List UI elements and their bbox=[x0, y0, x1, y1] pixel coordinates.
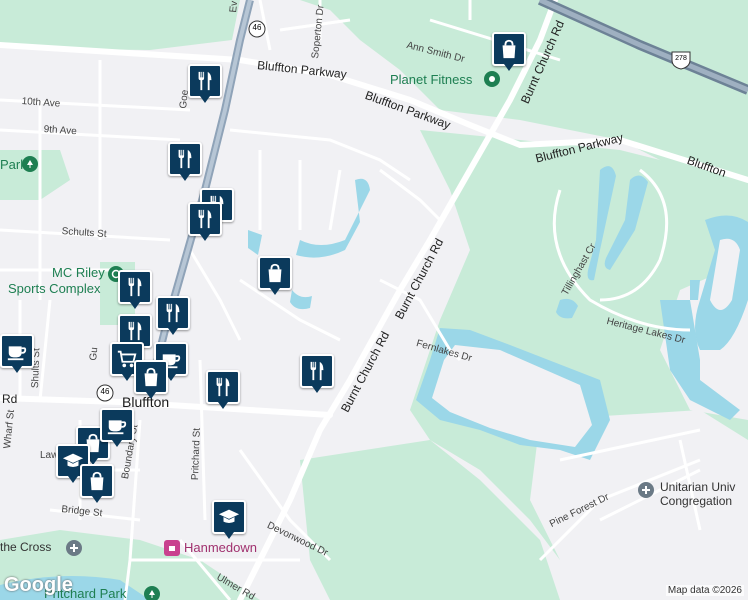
shopping-bag-icon bbox=[498, 38, 520, 60]
coffee-cup-icon bbox=[6, 340, 28, 362]
route-46-shield: 46 bbox=[248, 20, 266, 43]
fork-knife-icon bbox=[162, 302, 184, 324]
road-label-gu: Gu bbox=[88, 346, 101, 362]
map-marker-box[interactable] bbox=[300, 354, 334, 388]
fork-knife-icon bbox=[306, 360, 328, 382]
map-marker-tail bbox=[122, 374, 132, 381]
map-marker[interactable] bbox=[258, 256, 292, 296]
map-marker-box[interactable] bbox=[188, 202, 222, 236]
church-poi-icon[interactable] bbox=[66, 540, 82, 556]
route-46-shield: 46 bbox=[96, 384, 114, 407]
attribution: Map data ©2026 bbox=[665, 585, 744, 596]
map-marker[interactable] bbox=[80, 464, 114, 504]
map-marker[interactable] bbox=[492, 32, 526, 72]
map-marker-tail bbox=[270, 288, 280, 295]
map-marker-tail bbox=[180, 174, 190, 181]
map-marker-tail bbox=[12, 366, 22, 373]
shopping-bag-icon bbox=[264, 262, 286, 284]
road-label-rd: Rd bbox=[2, 392, 18, 406]
place-label-sports-complex[interactable]: Sports Complex bbox=[8, 281, 100, 296]
map-marker-tail bbox=[200, 96, 210, 103]
fork-knife-icon bbox=[194, 70, 216, 92]
place-label-mc-riley[interactable]: MC Riley bbox=[52, 265, 105, 280]
map-marker[interactable] bbox=[188, 202, 222, 242]
map-marker-tail bbox=[200, 234, 210, 241]
map-marker-box[interactable] bbox=[118, 270, 152, 304]
fork-knife-icon bbox=[124, 320, 146, 342]
shopping-bag-icon bbox=[86, 470, 108, 492]
place-label-the-cross[interactable]: the Cross bbox=[0, 540, 51, 554]
coffee-cup-icon bbox=[106, 414, 128, 436]
map-marker-box[interactable] bbox=[80, 464, 114, 498]
road-label-9th-ave: 9th Ave bbox=[43, 124, 78, 138]
map-marker[interactable] bbox=[0, 334, 34, 374]
us-278-label: 278 bbox=[675, 55, 687, 62]
place-label-unitarian-congregation[interactable]: Congregation bbox=[660, 494, 732, 508]
map-marker-tail bbox=[168, 328, 178, 335]
map-marker-box[interactable] bbox=[492, 32, 526, 66]
map-marker[interactable] bbox=[118, 270, 152, 310]
fork-knife-icon bbox=[174, 148, 196, 170]
map-marker-tail bbox=[504, 64, 514, 71]
us-278-shield: 278 bbox=[670, 50, 692, 75]
park-poi-icon[interactable] bbox=[144, 586, 160, 600]
map-marker-box[interactable] bbox=[156, 296, 190, 330]
place-label-planet-fitness[interactable]: Planet Fitness bbox=[390, 72, 472, 87]
route-46-label: 46 bbox=[100, 387, 110, 396]
map-marker[interactable] bbox=[212, 500, 246, 540]
place-label-unitarian[interactable]: Unitarian Univ bbox=[660, 480, 735, 494]
map-marker-box[interactable] bbox=[212, 500, 246, 534]
map-marker-tail bbox=[68, 476, 78, 483]
map-marker-box[interactable] bbox=[0, 334, 34, 368]
map-marker-box[interactable] bbox=[188, 64, 222, 98]
map-marker-box[interactable] bbox=[258, 256, 292, 290]
fork-knife-icon bbox=[124, 276, 146, 298]
route-46-label: 46 bbox=[252, 23, 262, 32]
map-marker-tail bbox=[146, 392, 156, 399]
map-marker[interactable] bbox=[156, 296, 190, 336]
google-logo: Google bbox=[4, 574, 73, 596]
park-poi-icon[interactable] bbox=[22, 156, 38, 172]
map-marker-tail bbox=[218, 402, 228, 409]
fork-knife-icon bbox=[212, 376, 234, 398]
map-marker-box[interactable] bbox=[100, 408, 134, 442]
map-marker[interactable] bbox=[100, 408, 134, 448]
map-marker-tail bbox=[130, 302, 140, 309]
store-poi-icon[interactable] bbox=[164, 540, 180, 556]
fitness-poi-icon[interactable] bbox=[484, 71, 500, 87]
map-marker[interactable] bbox=[168, 142, 202, 182]
map-marker-tail bbox=[92, 496, 102, 503]
map-marker-box[interactable] bbox=[168, 142, 202, 176]
place-label-hanmedown[interactable]: Hanmedown bbox=[184, 540, 257, 555]
road-label-ev: Ev bbox=[228, 0, 241, 14]
map-marker-tail bbox=[312, 386, 322, 393]
road-label-pritchard: Pritchard St bbox=[190, 427, 203, 481]
map-marker-tail bbox=[112, 440, 122, 447]
map-marker[interactable] bbox=[300, 354, 334, 394]
map-marker-box[interactable] bbox=[206, 370, 240, 404]
map-marker-box[interactable] bbox=[134, 360, 168, 394]
map-marker[interactable] bbox=[188, 64, 222, 104]
map-marker[interactable] bbox=[134, 360, 168, 400]
church-poi-icon[interactable] bbox=[638, 482, 654, 498]
map-marker[interactable] bbox=[206, 370, 240, 410]
graduation-cap-icon bbox=[218, 506, 240, 528]
map-canvas[interactable]: Bluffton Parkway Bluffton Parkway Blufft… bbox=[0, 0, 748, 600]
map-marker-tail bbox=[224, 532, 234, 539]
shopping-bag-icon bbox=[140, 366, 162, 388]
fork-knife-icon bbox=[194, 208, 216, 230]
